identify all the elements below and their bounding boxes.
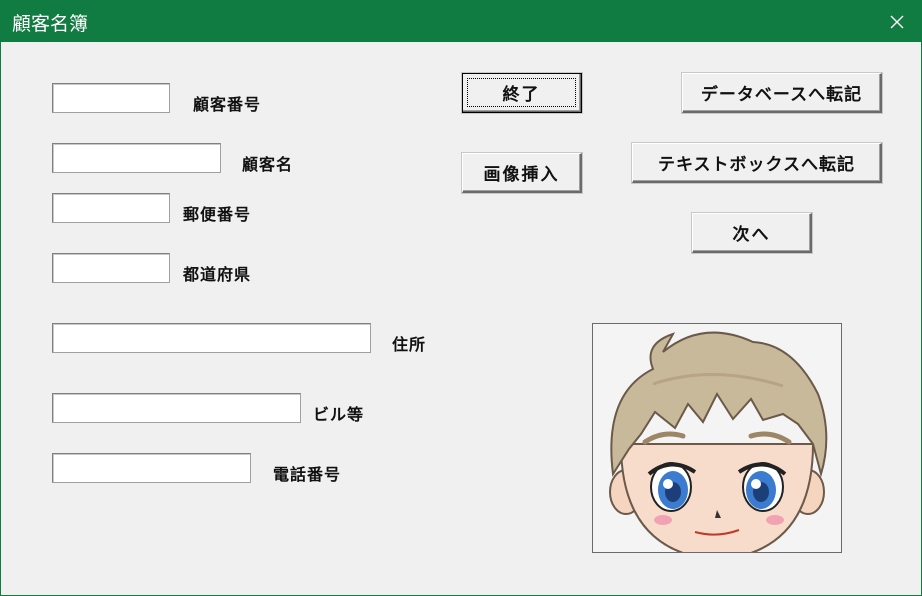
prefecture-field[interactable]	[52, 253, 170, 283]
next-button[interactable]: 次へ	[692, 213, 812, 253]
exit-button[interactable]: 終了	[462, 73, 582, 113]
focus-rect	[467, 78, 576, 107]
customer-photo-boy-illustration	[609, 331, 828, 552]
insert-image-button[interactable]: 画像挿入	[462, 153, 582, 193]
phone-field[interactable]	[52, 453, 251, 483]
to-database-button-label: データベースへ転記	[700, 85, 863, 105]
to-textbox-button[interactable]: テキストボックスへ転記	[632, 143, 882, 183]
to-database-button[interactable]: データベースへ転記	[682, 73, 882, 113]
postal-code-field[interactable]	[52, 193, 170, 223]
insert-image-button-label: 画像挿入	[483, 165, 560, 185]
to-textbox-button-label: テキストボックスへ転記	[658, 155, 855, 175]
customer-name-label: 顧客名	[242, 155, 294, 174]
building-field[interactable]	[52, 393, 301, 423]
customer-no-label: 顧客番号	[193, 95, 262, 114]
customer-no-field[interactable]	[52, 83, 170, 113]
address-label: 住所	[392, 335, 427, 354]
close-icon	[890, 15, 904, 28]
customer-list-window: 顧客名簿 顧客番号 顧客名 郵便番号 都道府県 住所 ビル等 電話番号 終了 画…	[0, 0, 922, 596]
close-button[interactable]	[873, 1, 921, 42]
title-bar: 顧客名簿	[1, 1, 921, 42]
building-label: ビル等	[313, 405, 365, 424]
phone-label: 電話番号	[273, 465, 342, 484]
window-title: 顧客名簿	[12, 13, 89, 35]
address-field[interactable]	[52, 323, 371, 353]
customer-name-field[interactable]	[52, 143, 221, 173]
customer-photo	[592, 323, 842, 553]
next-button-label: 次へ	[732, 225, 771, 245]
postal-code-label: 郵便番号	[183, 205, 252, 224]
prefecture-label: 都道府県	[183, 265, 252, 284]
